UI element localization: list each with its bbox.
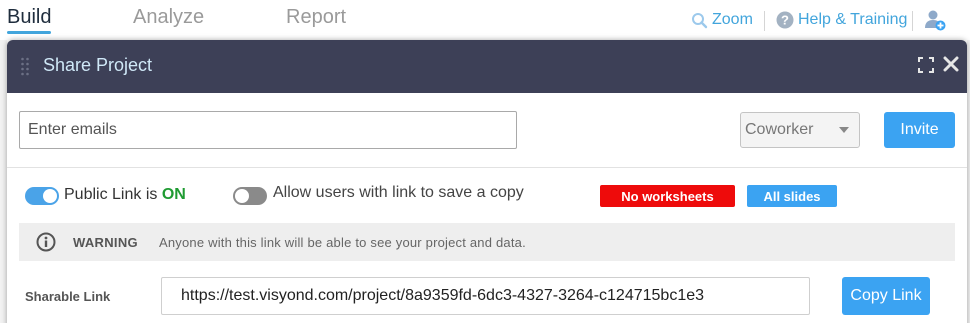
role-selected-value: Coworker	[745, 121, 814, 138]
public-link-state: ON	[161, 186, 186, 203]
toggle-knob	[43, 189, 57, 203]
sharable-link-label: Sharable Link	[25, 289, 111, 304]
add-user-button[interactable]	[924, 9, 946, 31]
question-circle-icon: ?	[776, 11, 794, 29]
public-link-prefix: Public Link is	[64, 186, 162, 203]
share-project-dialog: Share Project Coworker Invite Public Lin…	[7, 40, 967, 323]
public-link-toggle[interactable]	[25, 187, 59, 205]
warning-banner: WARNING Anyone with this link will be ab…	[19, 223, 955, 261]
zoom-button[interactable]: Zoom	[691, 11, 753, 29]
help-training-button[interactable]: ? Help & Training	[776, 11, 907, 29]
zoom-label: Zoom	[712, 11, 753, 28]
email-input[interactable]	[19, 111, 517, 149]
save-copy-label: Allow users with link to save a copy	[273, 184, 524, 201]
toolbar-divider	[912, 11, 913, 31]
svg-text:?: ?	[781, 13, 789, 28]
section-divider	[7, 167, 967, 168]
top-nav-bar: Build Analyze Report Zoom ? Help & Train…	[0, 0, 970, 40]
invite-button[interactable]: Invite	[884, 112, 955, 148]
tab-analyze[interactable]: Analyze	[133, 6, 204, 29]
chevron-down-icon	[839, 127, 849, 133]
toolbar-divider	[764, 11, 765, 31]
tab-build[interactable]: Build	[7, 6, 52, 34]
info-icon	[36, 232, 56, 252]
dialog-title: Share Project	[43, 55, 153, 75]
dialog-header[interactable]: Share Project	[7, 40, 967, 93]
expand-icon[interactable]	[918, 57, 934, 73]
background-panel	[0, 40, 7, 323]
sharable-link-field[interactable]: https://test.visyond.com/project/8a9359f…	[161, 277, 810, 315]
copy-link-button[interactable]: Copy Link	[842, 277, 930, 315]
warning-title: WARNING	[73, 235, 138, 250]
save-copy-toggle[interactable]	[233, 187, 267, 205]
public-link-label: Public Link is ON	[64, 186, 186, 204]
all-slides-badge[interactable]: All slides	[747, 185, 837, 207]
warning-text: Anyone with this link will be able to se…	[159, 235, 526, 250]
drag-handle-icon[interactable]	[20, 56, 30, 76]
toggle-knob	[235, 189, 249, 203]
role-select[interactable]: Coworker	[740, 112, 860, 148]
close-icon[interactable]	[943, 55, 959, 73]
magnifier-icon	[692, 12, 708, 28]
help-training-label: Help & Training	[798, 11, 908, 28]
add-user-icon	[925, 10, 946, 31]
tab-report[interactable]: Report	[286, 6, 346, 29]
no-worksheets-badge[interactable]: No worksheets	[600, 185, 735, 207]
